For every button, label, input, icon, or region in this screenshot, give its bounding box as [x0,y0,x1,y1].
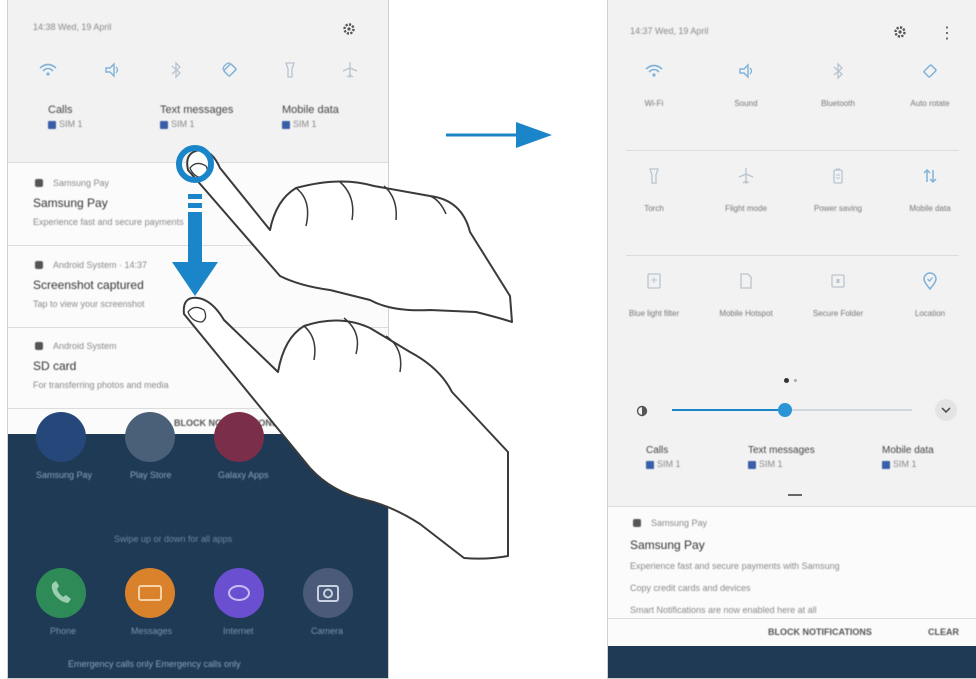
sim-mobile-data[interactable]: Mobile data SIM 1 [882,445,934,469]
quick-setting-tile[interactable]: Torch [619,160,689,255]
grid-divider [626,255,959,256]
auto-rotate-icon [923,64,937,78]
quick-setting-tile[interactable]: Bluetooth [803,55,873,150]
location-icon [923,272,937,291]
secure-folder-icon [831,274,845,288]
grid-divider [626,150,959,151]
quick-settings-grid: Wi-Fi Sound Bluetooth Auto rotate Torch Fligh… [608,55,976,365]
sim-card-icon [748,460,756,469]
sim-texts-label: Text messages [748,445,815,456]
mobile-data-icon [923,168,937,184]
sim-calls-label: Calls [646,445,669,456]
notification-item[interactable]: Samsung Pay Samsung Pay Experience fast … [608,506,976,646]
sim-data-value: SIM 1 [893,459,917,469]
quick-setting-label: Auto rotate [910,99,950,108]
page-indicator-active [784,378,789,383]
quick-setting-tile[interactable]: Mobile data [895,160,965,255]
quick-setting-label: Flight mode [725,204,767,213]
sim-calls[interactable]: Calls SIM 1 [646,445,681,469]
right-phone-screen: 14:37 Wed, 19 April ⋮ Wi-Fi Sound Bluetoot… [607,0,976,679]
collapse-handle[interactable] [788,494,802,496]
bluetooth-icon [833,62,843,80]
settings-gear-icon[interactable] [893,25,907,44]
quick-setting-label: Location [914,309,946,318]
quick-setting-label: Mobile Hotspot [719,309,773,318]
quick-setting-tile[interactable]: Secure Folder [803,265,873,360]
more-options-icon[interactable]: ⋮ [939,23,955,43]
brightness-expand-button[interactable] [935,399,957,421]
quick-setting-tile[interactable]: Blue light filter [619,265,689,360]
sim-text-messages[interactable]: Text messages SIM 1 [748,445,815,469]
notification-line: Smart Notifications are now enabled here… [630,605,817,615]
sim-data-label: Mobile data [882,445,934,456]
quick-setting-label: Mobile data [909,204,951,213]
sim-card-icon [882,460,890,469]
chevron-down-icon [941,407,951,414]
quick-setting-label: Sound [734,99,758,108]
home-screen-strip [608,646,976,678]
quick-setting-tile[interactable]: Wi-Fi [619,55,689,150]
flashlight-icon [649,168,659,184]
brightness-thumb[interactable] [777,403,792,417]
brightness-fill [672,409,785,411]
quick-setting-label: Secure Folder [812,309,864,318]
wifi-icon [645,64,663,77]
hotspot-icon [740,273,752,289]
sim-calls-value: SIM 1 [657,459,681,469]
block-notifications-button[interactable]: BLOCK NOTIFICATIONS [768,627,872,637]
sound-icon [739,63,753,79]
quick-setting-tile[interactable]: Location [895,265,965,360]
page-indicator [794,379,797,382]
brightness-icon [636,404,648,422]
quick-setting-label: Torch [644,204,664,213]
quick-setting-tile[interactable]: Flight mode [711,160,781,255]
brightness-slider[interactable] [672,403,912,417]
airplane-icon [738,168,754,184]
quick-setting-label: Power saving [813,204,863,213]
quick-setting-label: Blue light filter [628,309,680,318]
quick-setting-tile[interactable]: Auto rotate [895,55,965,150]
quick-setting-tile[interactable]: Power saving [803,160,873,255]
notification-title: Samsung Pay [630,538,705,552]
quick-setting-tile[interactable]: Sound [711,55,781,150]
sim-card-icon [646,460,654,469]
quick-setting-label: Bluetooth [821,99,855,108]
status-time-date: 14:37 Wed, 19 April [630,26,709,36]
blue-light-icon [647,273,661,289]
two-finger-swipe-illustration [172,122,552,560]
notification-line: Experience fast and secure payments with… [630,561,840,571]
quick-setting-label: Wi-Fi [644,99,664,108]
samsung-pay-icon [633,519,641,527]
notification-app-name: Samsung Pay [651,518,708,528]
quick-setting-tile[interactable]: Mobile Hotspot [711,265,781,360]
battery-icon [833,168,843,184]
sim-texts-value: SIM 1 [759,459,783,469]
notification-line: Copy credit cards and devices [630,583,751,593]
clear-button[interactable]: CLEAR [928,627,959,637]
